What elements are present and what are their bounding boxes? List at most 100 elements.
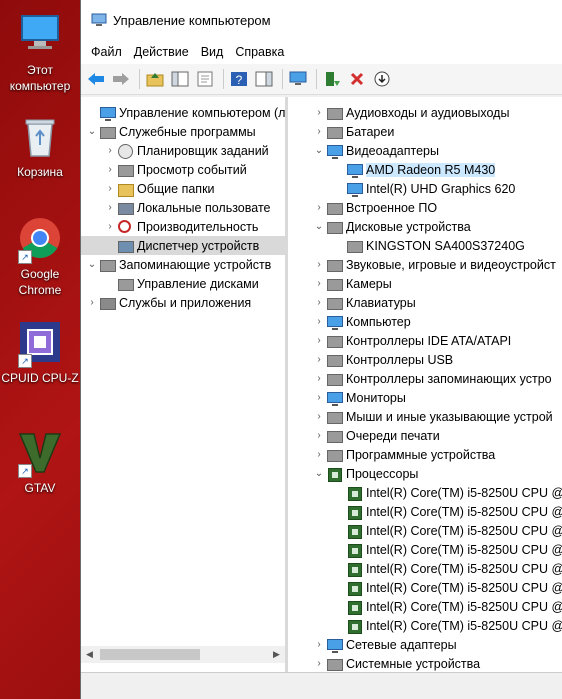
chevron-right-icon[interactable]: ›: [103, 202, 117, 213]
chevron-down-icon[interactable]: ⌄: [85, 126, 99, 137]
device-tree-item[interactable]: › Сетевые адаптеры: [288, 635, 562, 654]
device-tree-item[interactable]: Intel(R) Core(TM) i5-8250U CPU @: [288, 521, 562, 540]
device-tree-item[interactable]: Intel(R) Core(TM) i5-8250U CPU @: [288, 597, 562, 616]
software-device-icon: [326, 447, 343, 463]
monitor-icon[interactable]: [287, 68, 309, 90]
chevron-down-icon[interactable]: ⌄: [312, 221, 326, 232]
desktop-icon-cpuz[interactable]: ↗ CPUID CPU-Z: [0, 318, 80, 386]
chevron-right-icon[interactable]: ›: [103, 183, 117, 194]
tree-item-task-scheduler[interactable]: › Планировщик заданий: [81, 141, 285, 160]
tree-item-label: Управление дисками: [137, 276, 259, 291]
device-tree-item[interactable]: ⌄ Процессоры: [288, 464, 562, 483]
device-tree-item[interactable]: › Контроллеры USB: [288, 350, 562, 369]
tree-item-storage[interactable]: ⌄ Запоминающие устройств: [81, 255, 285, 274]
chevron-right-icon[interactable]: ›: [312, 373, 326, 384]
tree-item-label: Планировщик заданий: [137, 143, 269, 158]
chevron-right-icon[interactable]: ›: [312, 449, 326, 460]
device-tree-item[interactable]: › Камеры: [288, 274, 562, 293]
properties-icon[interactable]: [194, 68, 216, 90]
download-icon[interactable]: [371, 68, 393, 90]
chevron-right-icon[interactable]: ›: [103, 164, 117, 175]
menu-action[interactable]: Действие: [128, 45, 195, 59]
device-tree-item[interactable]: › Батареи: [288, 122, 562, 141]
chevron-right-icon[interactable]: ›: [312, 259, 326, 270]
chevron-right-icon[interactable]: ›: [312, 392, 326, 403]
chevron-right-icon[interactable]: ›: [103, 145, 117, 156]
device-tree-item[interactable]: › Компьютер: [288, 312, 562, 331]
tree-item-computer-management[interactable]: Управление компьютером (лс: [81, 103, 285, 122]
horizontal-scrollbar[interactable]: ◀ ▶: [81, 646, 285, 663]
desktop-icon-gtav[interactable]: ↗ GTAV: [0, 428, 80, 496]
device-tree-item[interactable]: › Программные устройства: [288, 445, 562, 464]
tree-item-local-users[interactable]: › Локальные пользовате: [81, 198, 285, 217]
show-hide-action-icon[interactable]: [253, 68, 275, 90]
chevron-right-icon[interactable]: ›: [312, 107, 326, 118]
update-driver-icon[interactable]: [321, 68, 343, 90]
device-tree-item[interactable]: › Аудиовходы и аудиовыходы: [288, 103, 562, 122]
system-device-icon: [326, 656, 343, 672]
tree-item-performance[interactable]: › Производительность: [81, 217, 285, 236]
tree-item-services-apps[interactable]: › Службы и приложения: [81, 293, 285, 312]
scrollbar-thumb[interactable]: [100, 649, 200, 660]
menu-view[interactable]: Вид: [195, 45, 230, 59]
chevron-right-icon[interactable]: ›: [312, 278, 326, 289]
desktop-icon-label: Этот компьютер: [9, 63, 71, 93]
scroll-left-icon[interactable]: ◀: [81, 649, 98, 660]
tree-item-device-manager[interactable]: Диспетчер устройств: [81, 236, 285, 255]
tree-item-event-viewer[interactable]: › Просмотр событий: [81, 160, 285, 179]
device-tree-item[interactable]: Intel(R) Core(TM) i5-8250U CPU @: [288, 616, 562, 635]
chevron-down-icon[interactable]: ⌄: [312, 468, 326, 479]
tree-item-shared-folders[interactable]: › Общие папки: [81, 179, 285, 198]
menu-file[interactable]: Файл: [85, 45, 128, 59]
title-bar[interactable]: Управление компьютером: [81, 0, 562, 40]
up-icon[interactable]: [144, 68, 166, 90]
device-tree-item[interactable]: Intel(R) UHD Graphics 620: [288, 179, 562, 198]
device-tree-item[interactable]: › Звуковые, игровые и видеоустройст: [288, 255, 562, 274]
tree-item-system-tools[interactable]: ⌄ Служебные программы: [81, 122, 285, 141]
desktop-icon-this-pc[interactable]: Этот компьютер: [0, 10, 80, 94]
chevron-right-icon[interactable]: ›: [312, 297, 326, 308]
menu-help[interactable]: Справка: [229, 45, 290, 59]
device-tree-item[interactable]: › Встроенное ПО: [288, 198, 562, 217]
chevron-right-icon[interactable]: ›: [312, 316, 326, 327]
device-tree-item[interactable]: › Мыши и иные указывающие устрой: [288, 407, 562, 426]
chevron-right-icon[interactable]: ›: [312, 639, 326, 650]
device-tree-item[interactable]: Intel(R) Core(TM) i5-8250U CPU @: [288, 559, 562, 578]
desktop-icon-recycle-bin[interactable]: Корзина: [0, 112, 80, 180]
help-icon[interactable]: ?: [228, 68, 250, 90]
chevron-right-icon[interactable]: ›: [103, 221, 117, 232]
tree-item-disk-management[interactable]: Управление дисками: [81, 274, 285, 293]
chevron-right-icon[interactable]: ›: [85, 297, 99, 308]
device-tree-item[interactable]: › Контроллеры IDE ATA/ATAPI: [288, 331, 562, 350]
show-hide-tree-icon[interactable]: [169, 68, 191, 90]
device-tree-item[interactable]: Intel(R) Core(TM) i5-8250U CPU @: [288, 483, 562, 502]
device-tree-item[interactable]: › Очереди печати: [288, 426, 562, 445]
device-tree-item[interactable]: › Системные устройства: [288, 654, 562, 673]
uninstall-icon[interactable]: [346, 68, 368, 90]
scroll-right-icon[interactable]: ▶: [268, 649, 285, 660]
forward-icon[interactable]: [110, 68, 132, 90]
chevron-right-icon[interactable]: ›: [312, 658, 326, 669]
device-tree-item[interactable]: Intel(R) Core(TM) i5-8250U CPU @: [288, 540, 562, 559]
back-icon[interactable]: [85, 68, 107, 90]
chevron-down-icon[interactable]: ⌄: [85, 259, 99, 270]
chevron-right-icon[interactable]: ›: [312, 126, 326, 137]
device-tree-item[interactable]: AMD Radeon R5 M430: [288, 160, 562, 179]
device-tree-item[interactable]: › Клавиатуры: [288, 293, 562, 312]
chevron-down-icon[interactable]: ⌄: [312, 145, 326, 156]
chevron-right-icon[interactable]: ›: [312, 335, 326, 346]
chevron-right-icon[interactable]: ›: [312, 354, 326, 365]
chevron-right-icon[interactable]: ›: [312, 430, 326, 441]
device-tree-item[interactable]: Intel(R) Core(TM) i5-8250U CPU @: [288, 502, 562, 521]
tree-item-label: Управление компьютером (лс: [119, 105, 288, 120]
device-tree-item[interactable]: Intel(R) Core(TM) i5-8250U CPU @: [288, 578, 562, 597]
chevron-right-icon[interactable]: ›: [312, 411, 326, 422]
device-tree-item[interactable]: › Мониторы: [288, 388, 562, 407]
menu-bar: Файл Действие Вид Справка: [81, 40, 562, 64]
device-tree-item[interactable]: ⌄ Дисковые устройства: [288, 217, 562, 236]
chevron-right-icon[interactable]: ›: [312, 202, 326, 213]
device-tree-item[interactable]: KINGSTON SA400S37240G: [288, 236, 562, 255]
device-tree-item[interactable]: › Контроллеры запоминающих устро: [288, 369, 562, 388]
desktop-icon-chrome[interactable]: ↗ Google Chrome: [0, 214, 80, 298]
device-tree-item[interactable]: ⌄ Видеоадаптеры: [288, 141, 562, 160]
